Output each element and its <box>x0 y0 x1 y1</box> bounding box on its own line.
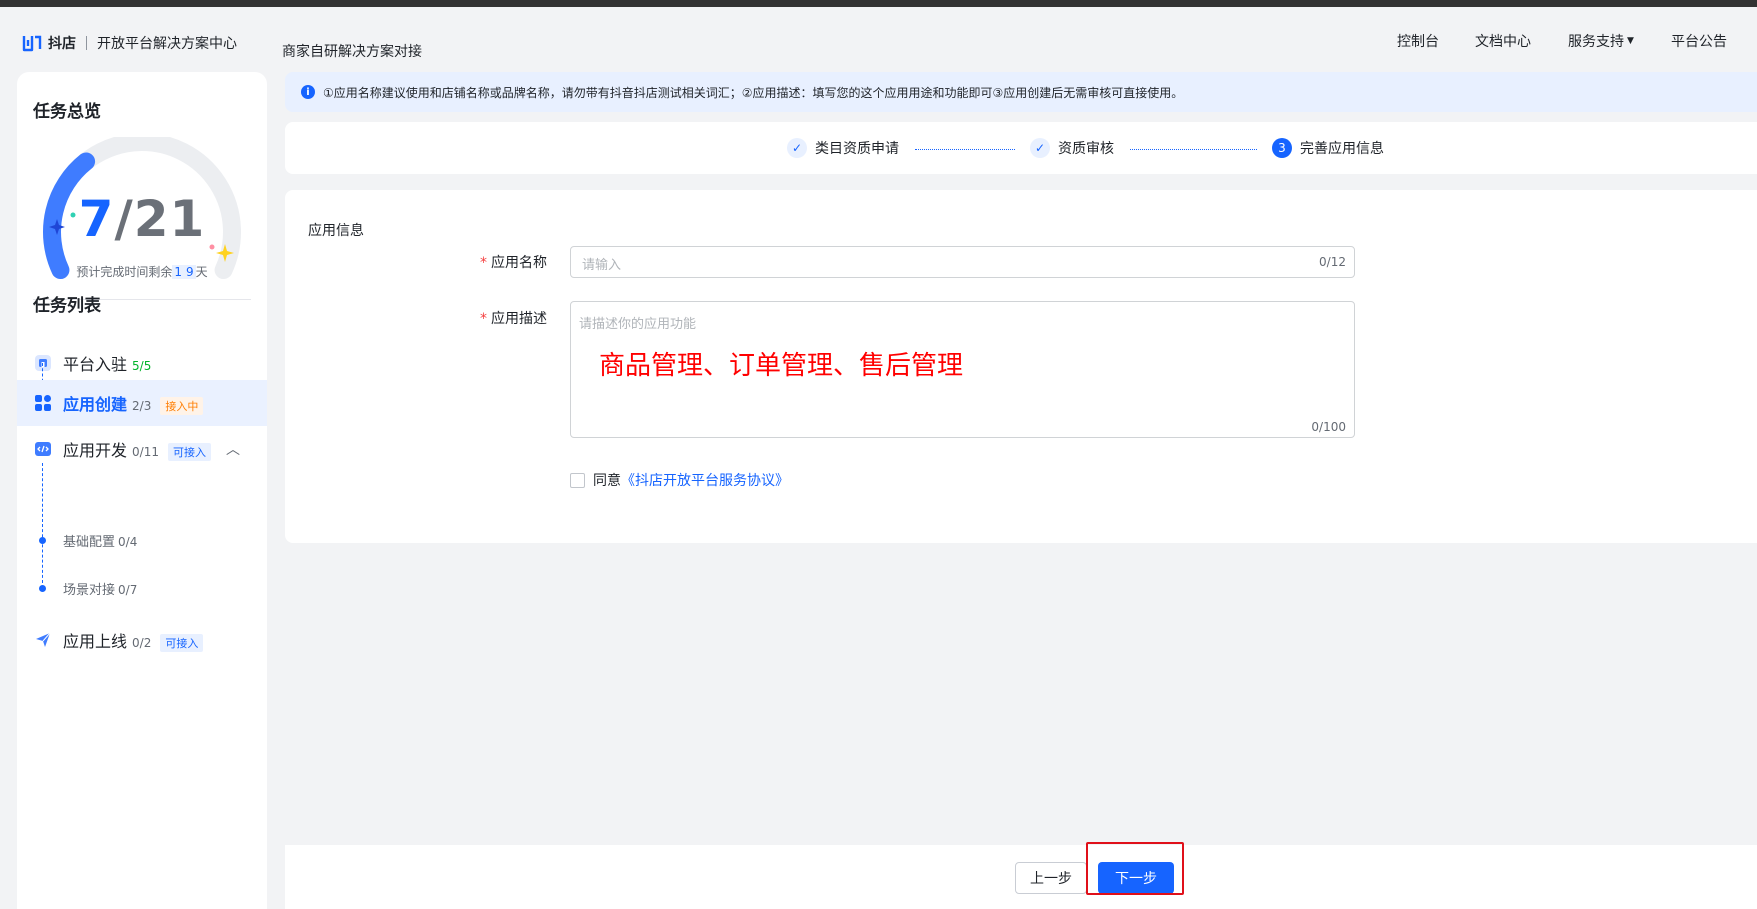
subtask-count: 0/4 <box>118 535 138 549</box>
nav-docs[interactable]: 文档中心 <box>1475 31 1531 51</box>
info-icon: i <box>301 85 315 99</box>
status-badge: 可接入 <box>160 634 204 652</box>
progress-steps: ✓ 类目资质申请 ✓ 资质审核 3 完善应用信息 <box>285 122 1757 174</box>
annotation-highlight-box <box>1086 842 1184 895</box>
brand-name: 抖店 <box>48 36 76 52</box>
required-mark: * <box>480 255 487 271</box>
prev-step-button[interactable]: 上一步 <box>1015 862 1087 894</box>
apps-grid-icon <box>34 394 52 412</box>
subtask-scene-integration[interactable]: 场景对接 0/7 <box>17 573 267 603</box>
step-connector <box>1130 149 1257 150</box>
overview-title: 任务总览 <box>33 102 101 122</box>
app-desc-placeholder: 请描述你的应用功能 <box>579 317 697 332</box>
progress-slash: / <box>114 190 134 248</box>
task-label: 应用上线 0/2 可接入 <box>63 628 204 652</box>
notice-text: ①应用名称建议使用和店铺名称或品牌名称，请勿带有抖音抖店测试相关词汇；②应用描述… <box>323 85 1184 100</box>
task-name: 应用创建 <box>63 395 128 414</box>
footer-bar: 上一步 下一步 <box>285 845 1757 909</box>
task-name: 应用开发 <box>63 441 128 460</box>
task-count: 5/5 <box>132 359 152 373</box>
agreement-row: 同意《抖店开放平台服务协议》 <box>570 470 789 490</box>
app-desc-label: * 应用描述 <box>480 308 547 328</box>
progress-total: 21 <box>133 190 206 248</box>
app-name-label-text: 应用名称 <box>491 255 547 271</box>
eta-digit: 9 <box>184 265 196 279</box>
agree-text: 同意《抖店开放平台服务协议》 <box>593 470 789 490</box>
task-count: 0/11 <box>132 445 159 459</box>
nav-console[interactable]: 控制台 <box>1397 31 1439 51</box>
step-label: 类目资质申请 <box>815 141 899 157</box>
subtask-basic-config[interactable]: 基础配置 0/4 <box>17 525 267 555</box>
brand-separator <box>86 36 87 50</box>
step-qualification-apply: ✓ 类目资质申请 <box>787 138 899 158</box>
task-count: 2/3 <box>132 399 152 413</box>
progress-done: 7 <box>78 190 115 248</box>
window-top-strip <box>0 0 1757 7</box>
step-number: 3 <box>1272 138 1292 158</box>
caret-down-icon: ▼ <box>1627 36 1634 46</box>
char-counter: 0/12 <box>1319 255 1346 269</box>
page-title: 商家自研解决方案对接 <box>282 44 422 60</box>
chevron-up-icon[interactable]: ︿ <box>226 439 240 459</box>
nav-announcements[interactable]: 平台公告 <box>1671 31 1727 51</box>
status-badge: 接入中 <box>160 397 204 415</box>
subtask-label: 基础配置 0/4 <box>63 531 137 550</box>
step-label: 完善应用信息 <box>1300 141 1384 157</box>
eta-suffix: 天 <box>195 265 208 279</box>
agree-checkbox[interactable] <box>570 472 585 488</box>
app-name-input[interactable]: 请输入 0/12 <box>570 246 1355 278</box>
app-info-form: 应用信息 * 应用名称 请输入 0/12 * 应用描述 请描述你的应用功能 商品管理… <box>285 190 1757 543</box>
step-label: 资质审核 <box>1058 141 1114 157</box>
eta-digit: 1 <box>172 265 184 279</box>
annotation-text: 商品管理、订单管理、售后管理 <box>599 351 964 381</box>
app-name-placeholder: 请输入 <box>582 258 622 273</box>
brand-subtitle: 开放平台解决方案中心 <box>97 36 237 52</box>
task-item-app-launch[interactable]: 应用上线 0/2 可接入 <box>17 617 267 663</box>
task-connector <box>42 463 43 583</box>
eta-text: 预计完成时间剩余 1 9 天 <box>17 263 267 280</box>
nav-support-label: 服务支持 <box>1568 34 1624 50</box>
doudian-logo-icon <box>22 34 42 52</box>
char-counter: 0/100 <box>1311 420 1346 434</box>
sidebar: 任务总览 7/21 预计完成时间剩余 1 9 天 任务列表 平台入驻 5/5 应… <box>17 72 267 909</box>
task-label: 应用开发 0/11 可接入 <box>63 437 211 461</box>
send-icon <box>34 631 52 649</box>
progress-count: 7/21 <box>17 190 267 248</box>
agreement-link[interactable]: 《抖店开放平台服务协议》 <box>621 473 789 489</box>
step-connector <box>915 149 1015 150</box>
task-label: 平台入驻 5/5 <box>63 351 151 375</box>
task-name: 应用上线 <box>63 632 128 651</box>
subtask-name: 基础配置 <box>63 535 116 550</box>
notice-banner: i ①应用名称建议使用和店铺名称或品牌名称，请勿带有抖音抖店测试相关词汇；②应用… <box>285 72 1757 112</box>
status-badge: 可接入 <box>167 443 211 461</box>
task-label: 应用创建 2/3 接入中 <box>63 391 204 415</box>
nav-support[interactable]: 服务支持 ▼ <box>1568 31 1634 51</box>
step-qualification-review: ✓ 资质审核 <box>1030 138 1114 158</box>
brand[interactable]: 抖店 开放平台解决方案中心 <box>22 33 237 53</box>
task-name: 平台入驻 <box>63 355 128 374</box>
task-item-app-creation[interactable]: 应用创建 2/3 接入中 <box>17 380 267 426</box>
task-list-title: 任务列表 <box>33 296 101 316</box>
subtask-count: 0/7 <box>118 583 138 597</box>
bullet-icon <box>39 585 46 592</box>
task-item-app-development[interactable]: 应用开发 0/11 可接入 ︿ <box>17 426 267 472</box>
task-count: 0/2 <box>132 636 152 650</box>
check-icon: ✓ <box>787 138 807 158</box>
subtask-label: 场景对接 0/7 <box>63 579 137 598</box>
check-icon: ✓ <box>1030 138 1050 158</box>
subtask-name: 场景对接 <box>63 583 116 598</box>
eta-prefix: 预计完成时间剩余 <box>76 265 173 279</box>
required-mark: * <box>480 311 487 327</box>
app-name-label: * 应用名称 <box>480 252 547 272</box>
app-desc-textarea[interactable]: 请描述你的应用功能 商品管理、订单管理、售后管理 0/100 <box>570 301 1355 438</box>
agree-prefix: 同意 <box>593 473 621 489</box>
bullet-icon <box>39 537 46 544</box>
code-icon <box>34 440 52 458</box>
store-icon <box>34 354 52 372</box>
app-desc-label-text: 应用描述 <box>491 311 547 327</box>
step-complete-app-info: 3 完善应用信息 <box>1272 138 1384 158</box>
section-title: 应用信息 <box>308 223 364 239</box>
